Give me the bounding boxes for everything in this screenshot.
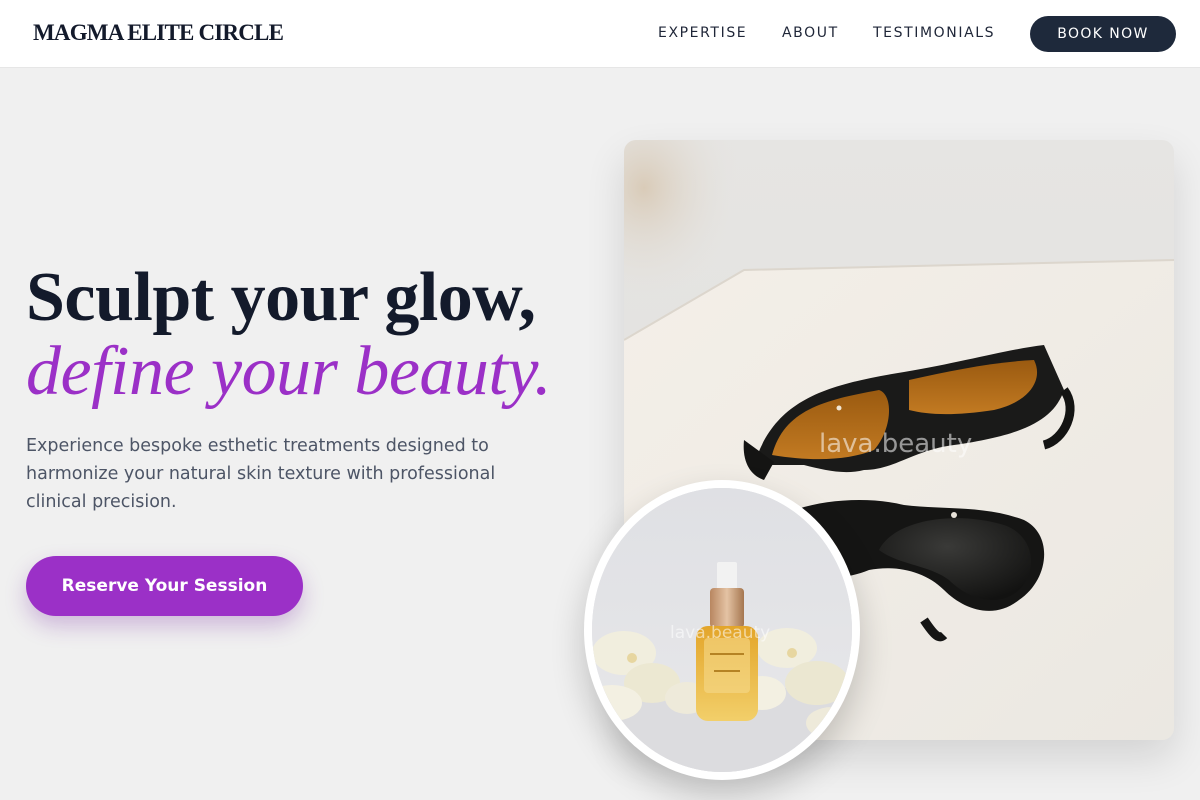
circle-photo-watermark: lava.beauty: [670, 623, 770, 643]
hero-headline: Sculpt your glow,: [26, 259, 536, 336]
brand-logo[interactable]: MAGMA ELITE CIRCLE: [33, 20, 284, 46]
serum-photo: lava.beauty: [584, 480, 860, 780]
nav-link-testimonials[interactable]: TESTIMONIALS: [873, 25, 995, 41]
hero-description: Experience bespoke esthetic treatments d…: [26, 436, 496, 512]
reserve-session-button[interactable]: Reserve Your Session: [26, 556, 303, 616]
nav-link-expertise[interactable]: EXPERTISE: [658, 25, 747, 41]
nav-link-about[interactable]: ABOUT: [782, 25, 839, 41]
serum-bottle-image: lava.beauty: [592, 488, 852, 772]
main-photo-watermark: lava.beauty: [819, 429, 972, 459]
site-header: MAGMA ELITE CIRCLE EXPERTISE ABOUT TESTI…: [0, 0, 1200, 68]
hero-headline-accent: define your beauty.: [26, 333, 552, 410]
book-now-button[interactable]: BOOK NOW: [1030, 16, 1176, 52]
